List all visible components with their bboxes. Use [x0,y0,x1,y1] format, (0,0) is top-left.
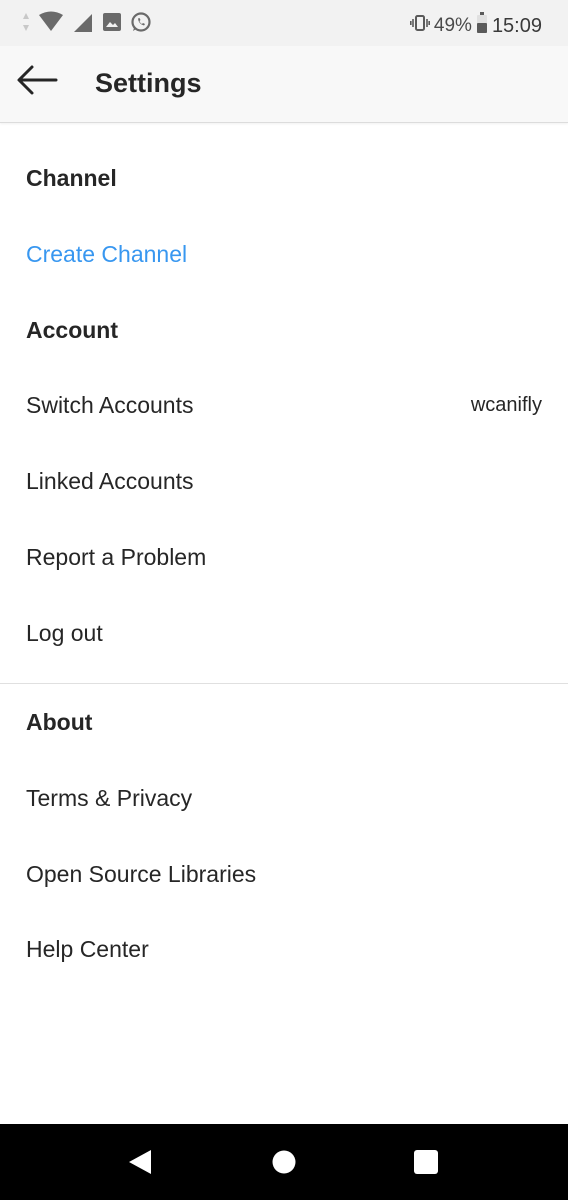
report-problem-row[interactable]: Report a Problem [0,530,568,586]
wifi-icon [38,11,64,38]
signal-icon [72,11,94,38]
whatsapp-icon [130,11,152,38]
log-out-row[interactable]: Log out [0,606,568,662]
status-bar-left-icons [22,11,152,38]
vibrate-icon [409,14,430,38]
open-source-libraries-label: Open Source Libraries [26,861,257,887]
status-bar: 49% 15:09 [0,0,568,46]
linked-accounts-label: Linked Accounts [26,468,194,494]
back-arrow-icon [16,64,58,101]
gallery-icon [102,12,122,37]
nav-back-button[interactable] [118,1142,162,1186]
back-button[interactable] [12,62,62,102]
data-arrows-icon [22,12,30,37]
page-title: Settings [95,68,202,98]
battery-percent: 49% [433,15,472,36]
help-center-label: Help Center [26,936,149,962]
open-source-libraries-row[interactable]: Open Source Libraries [0,847,568,903]
home-circle-icon [271,1149,297,1180]
linked-accounts-row[interactable]: Linked Accounts [0,454,568,510]
screen: 49% 15:09 Settings Channel Create Channe… [0,0,568,1200]
log-out-label: Log out [26,620,103,646]
system-nav-bar [0,1124,568,1200]
switch-accounts-label: Switch Accounts [26,392,194,418]
app-bar: Settings [0,46,568,123]
create-channel-label: Create Channel [26,241,188,267]
switch-accounts-row[interactable]: Switch Accounts wcanifly [0,378,568,434]
terms-privacy-label: Terms & Privacy [26,785,193,811]
recents-square-icon [413,1149,439,1180]
section-title-channel: Channel [26,165,117,191]
section-divider [0,683,568,684]
current-account-username: wcanifly [470,394,542,416]
status-bar-right: 49% 15:09 [409,12,542,40]
terms-privacy-row[interactable]: Terms & Privacy [0,771,568,827]
help-center-row[interactable]: Help Center [0,922,568,978]
section-title-about: About [26,709,93,735]
create-channel-row[interactable]: Create Channel [0,227,568,283]
back-triangle-icon [127,1148,153,1181]
status-time: 15:09 [491,14,542,37]
section-title-account: Account [26,317,118,343]
report-problem-label: Report a Problem [26,544,207,570]
nav-home-button[interactable] [262,1142,306,1186]
nav-recents-button[interactable] [404,1142,448,1186]
battery-icon [476,12,488,40]
